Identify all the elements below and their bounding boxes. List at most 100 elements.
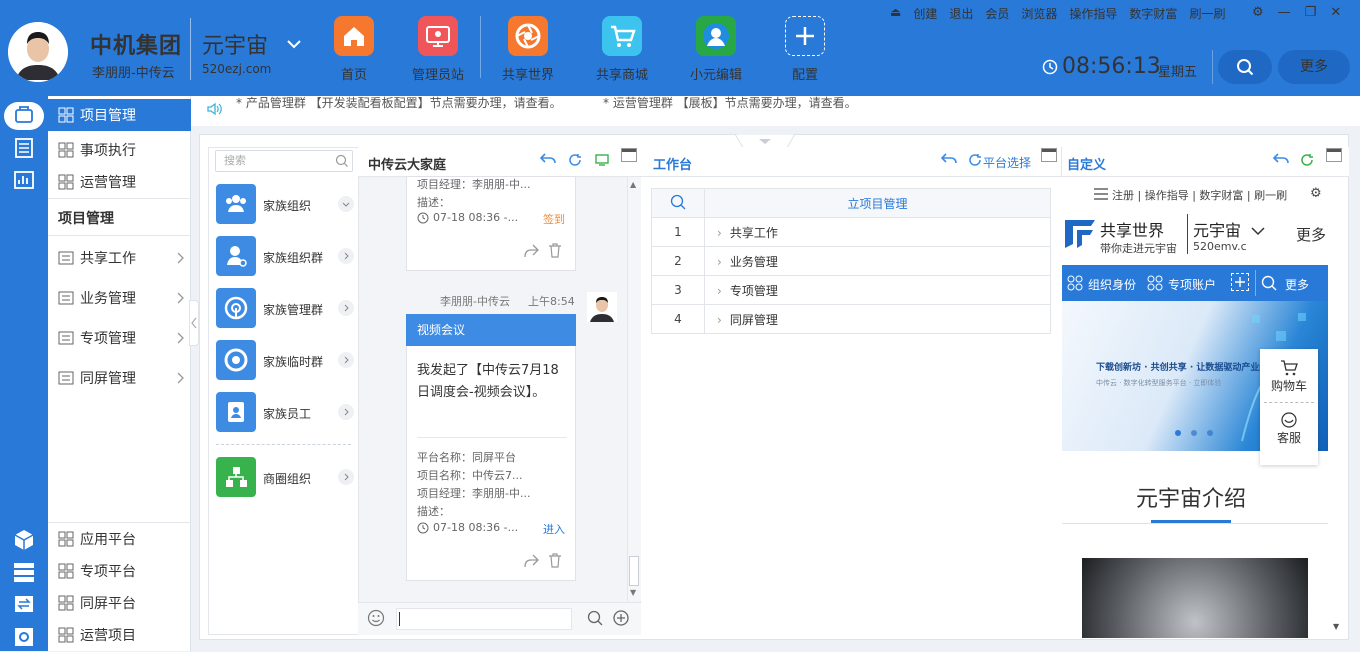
notice-item[interactable]: * 产品管理群 【开发装配看板配置】节点需要办理，请查看。 — [236, 94, 562, 111]
row-name[interactable]: › 同屏管理 — [704, 304, 1051, 334]
plus-icon[interactable] — [1231, 273, 1249, 291]
chart-icon[interactable] — [0, 166, 48, 198]
contact-item[interactable]: 家族组织 — [216, 184, 356, 224]
link-browser[interactable]: 浏览器 — [1021, 5, 1057, 22]
search-icon[interactable] — [335, 154, 349, 168]
menu-project-management[interactable]: 项目管理 — [48, 99, 191, 131]
menu-operations[interactable]: 运营管理 — [48, 166, 191, 198]
menu-special[interactable]: 专项管理 — [48, 322, 191, 354]
refresh-icon[interactable] — [568, 153, 582, 167]
back-icon[interactable] — [940, 152, 958, 166]
link-create[interactable]: 创建 — [913, 5, 937, 22]
menu-business[interactable]: 业务管理 — [48, 282, 191, 314]
checkin-link[interactable]: 签到 — [543, 211, 565, 227]
swap-icon[interactable] — [0, 588, 48, 620]
link-logout[interactable]: 退出 — [949, 5, 973, 22]
chevron-down-icon[interactable] — [286, 38, 302, 50]
nav-config[interactable]: 配置 — [760, 16, 850, 83]
layers-icon[interactable] — [0, 556, 48, 588]
table-search-cell[interactable] — [651, 188, 705, 218]
refresh-icon[interactable] — [1300, 153, 1314, 167]
collapse-handle[interactable] — [189, 300, 199, 346]
mini-top-links[interactable]: 注册 | 操作指导 | 数字财富 | 刷一刷 — [1112, 187, 1287, 203]
link-wealth[interactable]: 数字财富 — [1129, 5, 1177, 22]
trash-icon[interactable] — [548, 553, 562, 568]
contact-item[interactable]: 家族管理群 — [216, 288, 356, 328]
contact-item[interactable]: 家族员工 — [216, 392, 356, 432]
chevron-right-icon[interactable] — [338, 404, 354, 420]
minimize-panel-icon[interactable] — [621, 148, 637, 162]
menu-screen-share[interactable]: 同屏管理 — [48, 362, 191, 394]
nav-share-mall[interactable]: 共享商城 — [577, 16, 667, 83]
menu-shared-work[interactable]: 共享工作 — [48, 242, 191, 274]
table-row[interactable]: 3 › 专项管理 — [651, 275, 1051, 305]
row-name[interactable]: › 业务管理 — [704, 246, 1051, 276]
list-doc-icon[interactable] — [0, 133, 48, 165]
scroll-up-icon[interactable]: ▲ — [630, 180, 636, 189]
service-button[interactable]: 客服 — [1260, 403, 1318, 446]
platform-select-link[interactable]: 平台选择 — [983, 154, 1031, 171]
link-guide[interactable]: 操作指导 — [1069, 5, 1117, 22]
cube-icon[interactable] — [0, 524, 48, 556]
share-icon[interactable] — [523, 554, 539, 568]
maximize-icon[interactable]: ❐ — [1305, 5, 1317, 20]
contact-item[interactable]: 商圈组织 — [216, 457, 356, 497]
link-member[interactable]: 会员 — [985, 5, 1009, 22]
trash-icon[interactable] — [548, 243, 562, 258]
table-row[interactable]: 1 › 共享工作 — [651, 217, 1051, 247]
table-row[interactable]: 2 › 业务管理 — [651, 246, 1051, 276]
link-refresh[interactable]: 刷一刷 — [1189, 5, 1225, 22]
back-icon[interactable] — [1272, 152, 1290, 166]
row-name[interactable]: › 共享工作 — [704, 217, 1051, 247]
video-meeting-card[interactable] — [406, 314, 576, 581]
mini-more[interactable]: 更多 — [1296, 224, 1326, 245]
table-row[interactable]: 4 › 同屏管理 — [651, 304, 1051, 334]
mini-nav-identity[interactable]: 组织身份 — [1088, 276, 1136, 293]
eject-icon[interactable]: ⏏ — [890, 5, 901, 22]
chevron-right-icon[interactable] — [338, 248, 354, 264]
avatar[interactable] — [587, 292, 617, 322]
scroll-down-icon[interactable]: ▼ — [630, 588, 636, 597]
nav-admin[interactable]: 管理员站 — [393, 16, 483, 83]
share-icon[interactable] — [523, 244, 539, 258]
cart-button[interactable]: 购物车 — [1260, 349, 1318, 394]
chat-input[interactable] — [396, 608, 572, 630]
mini-universe[interactable]: 元宇宙 — [1193, 217, 1241, 241]
briefcase-icon[interactable] — [0, 100, 48, 132]
scroll-thumb[interactable] — [629, 556, 639, 586]
gear-icon[interactable]: ⚙ — [1310, 186, 1322, 201]
row-name[interactable]: › 专项管理 — [704, 275, 1051, 305]
minimize-panel-icon[interactable] — [1041, 148, 1057, 162]
chevron-down-icon[interactable] — [1251, 226, 1265, 236]
join-link[interactable]: 进入 — [543, 521, 565, 537]
nav-home[interactable]: 首页 — [309, 16, 399, 83]
chevron-down-icon[interactable] — [338, 196, 354, 212]
menu-special-platform[interactable]: 专项平台 — [48, 555, 191, 587]
menu-screen-platform[interactable]: 同屏平台 — [48, 587, 191, 619]
minimize-panel-icon[interactable] — [1326, 148, 1342, 162]
chat-scrollbar[interactable] — [627, 177, 641, 601]
minimize-icon[interactable]: — — [1278, 5, 1291, 20]
notice-item[interactable]: * 运营管理群 【展板】节点需要办理，请查看。 — [603, 94, 857, 111]
contact-item[interactable]: 家族组织群 — [216, 236, 356, 276]
search-button[interactable] — [1218, 50, 1272, 84]
chevron-right-icon[interactable] — [338, 300, 354, 316]
refresh-icon[interactable] — [968, 153, 982, 167]
menu-icon[interactable] — [1093, 187, 1109, 201]
search-icon[interactable] — [587, 610, 603, 626]
back-icon[interactable] — [539, 152, 557, 166]
avatar[interactable] — [8, 22, 68, 82]
menu-ops-project[interactable]: 运营项目 — [48, 619, 191, 651]
settings-icon[interactable] — [0, 620, 48, 652]
search-icon[interactable] — [1261, 275, 1277, 291]
close-icon[interactable]: ✕ — [1330, 5, 1341, 20]
mini-nav-more[interactable]: 更多 — [1285, 276, 1309, 293]
intro-video[interactable] — [1082, 558, 1308, 638]
chevron-right-icon[interactable] — [338, 352, 354, 368]
nav-share-world[interactable]: 共享世界 — [483, 16, 573, 83]
nav-editor[interactable]: 小元编辑 — [671, 16, 761, 83]
emoji-icon[interactable] — [367, 609, 385, 627]
mini-nav-account[interactable]: 专项账户 — [1168, 276, 1216, 293]
more-button[interactable]: 更多 — [1278, 50, 1350, 84]
add-icon[interactable] — [613, 610, 629, 626]
